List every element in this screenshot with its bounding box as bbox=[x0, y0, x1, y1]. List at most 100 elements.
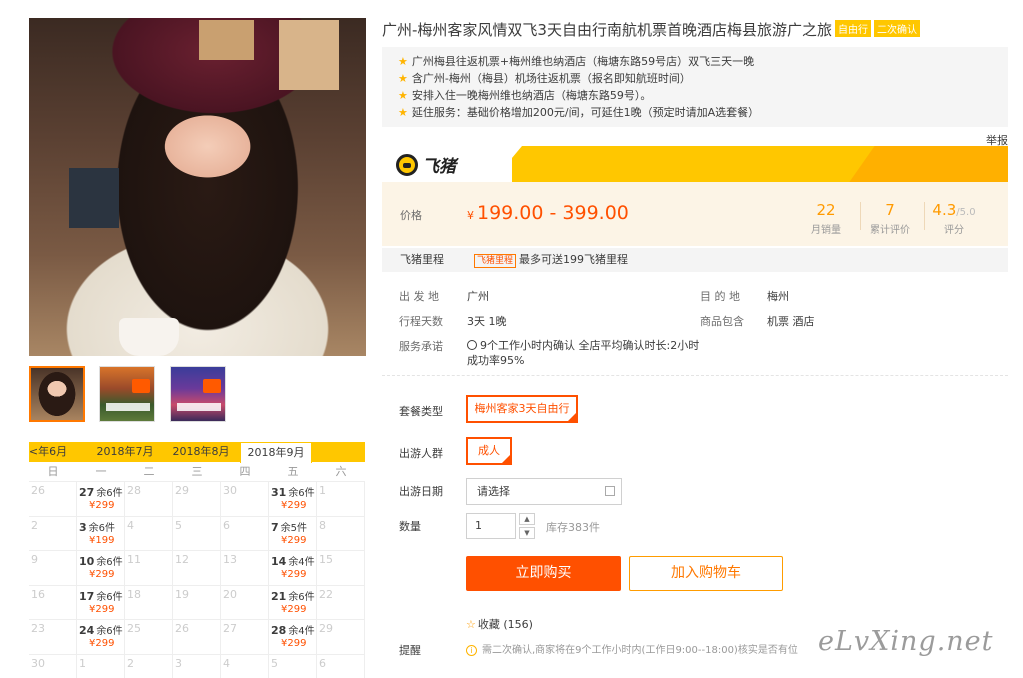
day-number: 2 bbox=[31, 518, 38, 532]
promise-value: 9个工作小时内确认 全店平均确认时长:2小时 bbox=[467, 337, 699, 353]
remaining-stock: 余6件 bbox=[288, 488, 315, 499]
group-option-button[interactable]: 成人 bbox=[466, 437, 512, 465]
day-number: 28 bbox=[127, 484, 141, 497]
calendar-day-cell: 27 bbox=[221, 620, 269, 655]
day-number: 8 bbox=[319, 518, 326, 532]
brand-banner-wedge bbox=[492, 146, 522, 182]
calendar-day-cell[interactable]: 21 余6件 ¥299 bbox=[269, 585, 317, 620]
package-option-button[interactable]: 梅州客家3天自由行 bbox=[466, 395, 578, 423]
day-number: 29 bbox=[175, 484, 189, 497]
travel-date-input[interactable]: 请选择 bbox=[466, 478, 622, 505]
day-number: 4 bbox=[223, 656, 230, 670]
price-range: ¥199.00 - 399.00 bbox=[467, 202, 629, 224]
day-number: 6 bbox=[223, 518, 230, 532]
day-number: 30 bbox=[31, 656, 45, 670]
product-page: <年6月 2018年7月 2018年8月 2018年9月 日一二三四五六 26 2… bbox=[0, 0, 1023, 678]
calendar-day-cell[interactable]: 27 余6件 ¥299 bbox=[77, 482, 125, 517]
quantity-decrease-button[interactable]: ▼ bbox=[519, 527, 535, 539]
day-number: 14 bbox=[271, 555, 287, 568]
feature-item: ★ 含广州-梅州（梅县）机场往返机票（报名即知航班时间） bbox=[398, 72, 691, 85]
calendar-month-tabs: <年6月 2018年7月 2018年8月 2018年9月 bbox=[29, 442, 365, 463]
tab-month-august[interactable]: 2018年8月 bbox=[165, 442, 237, 462]
thumbnail-caption bbox=[177, 403, 221, 411]
tab-month-july[interactable]: 2018年7月 bbox=[89, 442, 161, 462]
calendar-day-cell: 5 bbox=[269, 654, 317, 678]
calendar-day-cell: 26 bbox=[173, 620, 221, 655]
thumbnail-1[interactable] bbox=[29, 366, 85, 422]
weekday-label: 一 bbox=[95, 465, 107, 478]
day-number: 30 bbox=[223, 484, 237, 497]
calendar-day-cell[interactable]: 14 余4件 ¥299 bbox=[269, 551, 317, 586]
calendar-day-cell[interactable]: 28 余4件 ¥299 bbox=[269, 620, 317, 655]
currency-symbol: ¥ bbox=[467, 209, 474, 222]
star-outline-icon: ☆ bbox=[466, 618, 476, 631]
stat-reviews[interactable]: 7 累计评价 bbox=[868, 201, 912, 236]
reminder-text: i 需二次确认,商家将在9个工作小时内(工作日9:00--18:00)核实是否有位 bbox=[466, 641, 798, 656]
destination-label: 目 的 地 bbox=[700, 290, 740, 303]
tab-month-june[interactable]: <年6月 bbox=[23, 442, 73, 462]
calendar-day-cell[interactable]: 3 余6件 ¥199 bbox=[77, 516, 125, 551]
day-price: ¥299 bbox=[281, 603, 307, 615]
price-badge bbox=[203, 379, 221, 393]
add-to-cart-button[interactable]: 加入购物车 bbox=[629, 556, 783, 591]
day-number: 26 bbox=[31, 484, 45, 497]
brand-banner-stripe bbox=[849, 146, 1008, 182]
calendar-day-cell[interactable]: 31 余6件 ¥299 bbox=[269, 482, 317, 517]
prev-arrow-icon[interactable]: < bbox=[29, 445, 38, 458]
day-number: 24 bbox=[79, 624, 95, 637]
product-title-row: 广州-梅州客家风情双飞3天自由行南航机票首晚酒店梅县旅游广之旅 自由行 二次确认 bbox=[382, 19, 920, 40]
calendar-day-cell[interactable]: 7 余5件 ¥299 bbox=[269, 516, 317, 551]
weekday-label: 日 bbox=[47, 465, 59, 478]
package-label: 套餐类型 bbox=[399, 405, 443, 418]
quantity-input[interactable]: 1 bbox=[466, 513, 516, 539]
calendar-day-cell: 22 bbox=[317, 585, 365, 620]
day-number: 23 bbox=[31, 622, 45, 635]
selected-corner-icon bbox=[568, 413, 576, 421]
calendar-day-cell: 19 bbox=[173, 585, 221, 620]
calendar-day-cell: 4 bbox=[221, 654, 269, 678]
feature-list: ★ 广州梅县往返机票+梅州维也纳酒店（梅塘东路59号店）双飞三天一晚 ★ 含广州-梅… bbox=[382, 47, 1008, 127]
calendar-day-cell: 2 bbox=[29, 516, 77, 551]
calendar-day-cell: 16 bbox=[29, 585, 77, 620]
pig-logo-icon bbox=[396, 153, 418, 176]
section-divider bbox=[382, 375, 1008, 376]
day-price: ¥299 bbox=[89, 603, 115, 615]
tag-confirm: 二次确认 bbox=[873, 20, 920, 37]
quantity-increase-button[interactable]: ▲ bbox=[519, 513, 535, 525]
day-number: 1 bbox=[319, 484, 326, 497]
remaining-stock: 余4件 bbox=[288, 557, 315, 568]
calendar-day-cell[interactable]: 10 余6件 ¥299 bbox=[77, 551, 125, 586]
remaining-stock: 余6件 bbox=[96, 557, 123, 568]
day-number: 29 bbox=[319, 622, 333, 635]
day-number: 25 bbox=[127, 622, 141, 635]
day-number: 18 bbox=[127, 587, 141, 601]
price-badge bbox=[132, 379, 150, 393]
buy-now-button[interactable]: 立即购买 bbox=[466, 556, 621, 591]
favorite-button[interactable]: ☆ 收藏 (156) bbox=[466, 616, 533, 632]
day-number: 6 bbox=[319, 656, 326, 670]
day-number: 11 bbox=[127, 553, 141, 566]
calendar-day-cell[interactable]: 24 余6件 ¥299 bbox=[77, 620, 125, 655]
thumbnail-3[interactable] bbox=[170, 366, 226, 422]
day-price: ¥299 bbox=[89, 638, 115, 649]
day-price: ¥299 bbox=[89, 569, 115, 580]
brand-banner: 飞猪 bbox=[382, 146, 1008, 182]
quantity-label: 数量 bbox=[399, 520, 421, 533]
calendar-day-cell: 29 bbox=[317, 620, 365, 655]
thumbnail-2[interactable] bbox=[99, 366, 155, 422]
brand-name: 飞猪 bbox=[422, 157, 456, 177]
calendar-day-cell: 12 bbox=[173, 551, 221, 586]
day-price: ¥299 bbox=[281, 638, 307, 649]
calendar-day-cell: 15 bbox=[317, 551, 365, 586]
feature-item: ★ 延住服务：基础价格增加200元/间，可延住1晚（预定时请加A选套餐） bbox=[398, 106, 760, 119]
reminder-label: 提醒 bbox=[399, 644, 421, 657]
tab-month-september[interactable]: 2018年9月 bbox=[240, 442, 312, 463]
calendar-day-cell: 2 bbox=[125, 654, 173, 678]
day-price: ¥299 bbox=[281, 569, 307, 580]
departure-calendar: <年6月 2018年7月 2018年8月 2018年9月 日一二三四五六 26 2… bbox=[29, 442, 365, 678]
coffee-cup bbox=[119, 318, 179, 356]
weekday-label: 六 bbox=[335, 465, 347, 478]
day-number: 12 bbox=[175, 553, 189, 566]
day-number: 13 bbox=[223, 553, 237, 566]
calendar-day-cell[interactable]: 17 余6件 ¥299 bbox=[77, 585, 125, 620]
